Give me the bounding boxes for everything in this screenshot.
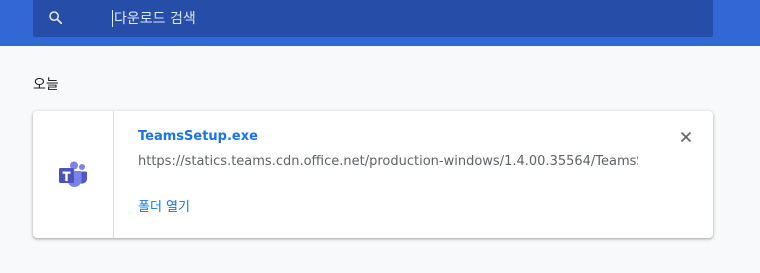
close-icon[interactable] [677, 128, 695, 146]
date-section-title: 오늘 [33, 77, 59, 93]
search-box[interactable] [33, 0, 714, 37]
microsoft-teams-icon [59, 161, 87, 187]
source-url[interactable]: https://statics.teams.cdn.office.net/pro… [138, 153, 638, 171]
open-folder-link[interactable]: 폴더 열기 [138, 199, 190, 217]
toolbar [0, 0, 760, 46]
search-icon[interactable] [47, 9, 65, 27]
text-cursor [112, 10, 113, 27]
file-name-link[interactable]: TeamsSetup.exe [138, 128, 258, 146]
search-input[interactable] [80, 0, 714, 37]
file-icon-column [33, 111, 114, 238]
download-card: TeamsSetup.exe https://statics.teams.cdn… [33, 111, 713, 238]
